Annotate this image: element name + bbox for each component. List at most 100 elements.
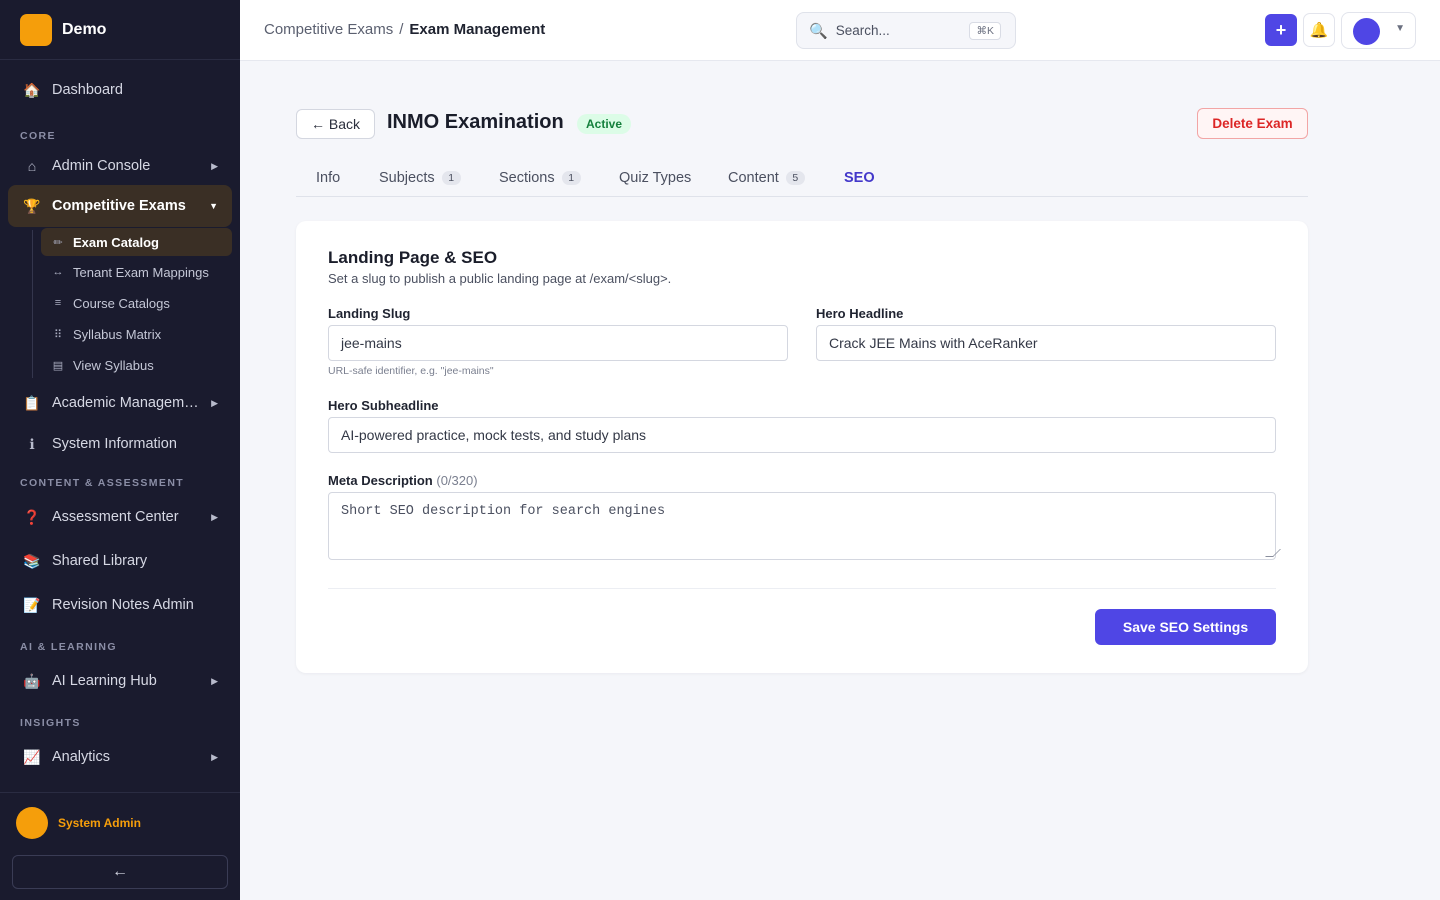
sidebar-item-academic-management[interactable]: 📋 Academic Management ▶ bbox=[8, 383, 232, 423]
sidebar-item-label: Assessment Center bbox=[52, 509, 179, 525]
sidebar-item-ai-learning-hub[interactable]: 🤖 AI Learning Hub ▶ bbox=[8, 661, 232, 701]
clipboard-icon: 📋 bbox=[23, 394, 41, 411]
search-input[interactable]: 🔍 Search... ⌘K bbox=[796, 12, 1016, 49]
tab-label: Subjects bbox=[379, 170, 435, 186]
sidebar-subitem-syllabus-matrix[interactable]: ⠿ Syllabus Matrix bbox=[41, 320, 232, 348]
sidebar-item-analytics[interactable]: 📈 Analytics ▶ bbox=[8, 737, 232, 777]
avatar bbox=[16, 807, 48, 839]
resize-handle[interactable] bbox=[1265, 549, 1281, 557]
divider bbox=[328, 588, 1276, 589]
search-icon: 🔍 bbox=[809, 22, 828, 40]
sidebar-subitem-exam-catalog[interactable]: ✏ Exam Catalog bbox=[41, 228, 232, 256]
tab-content[interactable]: Content 5 bbox=[708, 160, 825, 196]
hero-subheadline-input[interactable]: AI-powered practice, mock tests, and stu… bbox=[328, 417, 1276, 453]
tab-bar: Info Subjects 1 Sections 1 Quiz Types Co… bbox=[296, 160, 1308, 197]
swap-arrows-icon: ↔ bbox=[52, 266, 64, 278]
tab-seo[interactable]: SEO bbox=[824, 160, 895, 196]
tab-label: Content bbox=[728, 170, 779, 186]
robot-icon: 🤖 bbox=[23, 672, 41, 689]
sidebar-subitem-label: Course Catalogs bbox=[73, 295, 170, 311]
sidebar-nav: 🏠 Dashboard CORE ⌂ Admin Console ▶ 🏆 Com… bbox=[0, 60, 240, 792]
section-title-ai: AI & LEARNING bbox=[20, 641, 117, 653]
meta-description-label: Meta Description (0/320) bbox=[328, 473, 478, 488]
memo-icon: 📝 bbox=[23, 596, 41, 613]
brand[interactable]: Demo bbox=[0, 0, 240, 60]
back-button[interactable]: ← Back bbox=[296, 109, 375, 139]
question-icon: ❓ bbox=[23, 508, 41, 525]
card-title: Landing Page & SEO bbox=[328, 248, 498, 267]
meta-description-placeholder: Short SEO description for search engines bbox=[341, 504, 666, 519]
chevron-down-icon: ▼ bbox=[1395, 23, 1405, 34]
notifications-button[interactable]: 🔔 bbox=[1303, 13, 1335, 47]
home-outline-icon: ⌂ bbox=[27, 158, 37, 174]
user-profile[interactable]: System Admin bbox=[16, 807, 141, 839]
tab-count-badge: 5 bbox=[785, 171, 805, 185]
tab-count-badge: 1 bbox=[561, 171, 581, 185]
page-title: INMO Examination bbox=[387, 111, 564, 133]
sidebar-subitem-tenant-mappings[interactable]: ↔ Tenant Exam Mappings bbox=[41, 258, 232, 286]
chevron-right-icon: ▶ bbox=[211, 397, 218, 408]
sidebar-subitem-label: Syllabus Matrix bbox=[73, 326, 162, 342]
landing-slug-hint: URL-safe identifier, e.g. "jee-mains" bbox=[328, 365, 494, 377]
hero-headline-label: Hero Headline bbox=[816, 306, 904, 321]
section-title-core: CORE bbox=[20, 130, 56, 142]
sidebar-item-competitive-exams[interactable]: 🏆 Competitive Exams ▼ bbox=[8, 185, 232, 227]
add-button[interactable]: + bbox=[1265, 14, 1297, 46]
arrow-left-icon: ← bbox=[112, 863, 128, 880]
sidebar-item-system-information[interactable]: ℹ System Information bbox=[8, 424, 232, 464]
breadcrumb-separator: / bbox=[399, 21, 404, 38]
submenu-guide-line bbox=[32, 230, 33, 378]
tab-count-badge: 1 bbox=[441, 171, 461, 185]
section-title-content: CONTENT & ASSESSMENT bbox=[20, 477, 185, 489]
sidebar-item-label: AI Learning Hub bbox=[52, 673, 157, 689]
search-shortcut: ⌘K bbox=[969, 22, 1001, 40]
house-icon: 🏠 bbox=[23, 81, 41, 98]
chart-icon: 📈 bbox=[23, 748, 41, 765]
hero-headline-input[interactable]: Crack JEE Mains with AceRanker bbox=[816, 325, 1276, 361]
chevron-right-icon: ▶ bbox=[211, 751, 218, 762]
tab-quiz-types[interactable]: Quiz Types bbox=[599, 160, 711, 196]
sidebar-item-label: System Information bbox=[52, 436, 177, 452]
sidebar-item-admin-console[interactable]: ⌂ Admin Console ▶ bbox=[8, 146, 232, 186]
chevron-right-icon: ▶ bbox=[211, 675, 218, 686]
tab-info[interactable]: Info bbox=[296, 160, 360, 196]
hero-subheadline-label: Hero Subheadline bbox=[328, 398, 439, 413]
landing-slug-input[interactable]: jee-mains bbox=[328, 325, 788, 361]
sidebar-item-dashboard[interactable]: 🏠 Dashboard bbox=[8, 70, 232, 110]
books-icon: 📚 bbox=[23, 552, 41, 569]
save-seo-settings-button[interactable]: Save SEO Settings bbox=[1095, 609, 1276, 645]
brand-name: Demo bbox=[62, 20, 107, 38]
list-icon: ≡ bbox=[54, 297, 62, 309]
brand-logo bbox=[20, 13, 52, 46]
document-icon: ▤ bbox=[52, 359, 64, 372]
sidebar-item-shared-library[interactable]: 📚 Shared Library bbox=[8, 541, 232, 581]
sidebar-subitem-label: Tenant Exam Mappings bbox=[73, 264, 209, 280]
tab-sections[interactable]: Sections 1 bbox=[479, 160, 601, 196]
tab-subjects[interactable]: Subjects 1 bbox=[359, 160, 481, 196]
sidebar-subitem-view-syllabus[interactable]: ▤ View Syllabus bbox=[41, 351, 232, 379]
delete-exam-button[interactable]: Delete Exam bbox=[1197, 108, 1308, 139]
sidebar-item-label: Revision Notes Admin bbox=[52, 597, 194, 613]
sidebar-subitem-course-catalogs[interactable]: ≡ Course Catalogs bbox=[41, 289, 232, 317]
chevron-right-icon: ▶ bbox=[211, 160, 218, 171]
bell-icon: 🔔 bbox=[1309, 22, 1329, 39]
avatar bbox=[1353, 18, 1380, 45]
breadcrumb-parent[interactable]: Competitive Exams bbox=[264, 21, 393, 38]
meta-description-textarea[interactable]: Short SEO description for search engines bbox=[328, 492, 1281, 560]
sidebar-subitem-label: View Syllabus bbox=[73, 357, 154, 373]
sidebar-item-label: Shared Library bbox=[52, 553, 148, 569]
sidebar: Demo 🏠 Dashboard CORE ⌂ Admin Console ▶ … bbox=[0, 0, 240, 900]
chevron-down-icon: ▼ bbox=[209, 201, 218, 211]
sidebar-item-label: Competitive Exams bbox=[52, 198, 186, 214]
profile-menu-button[interactable]: ▼ bbox=[1341, 12, 1416, 49]
seo-settings-card: Landing Page & SEO Set a slug to publish… bbox=[296, 221, 1308, 673]
topbar: Competitive Exams / Exam Management 🔍 Se… bbox=[240, 0, 1440, 61]
sidebar-item-label: Admin Console bbox=[52, 158, 151, 174]
tab-label: SEO bbox=[844, 170, 875, 186]
card-description: Set a slug to publish a public landing p… bbox=[328, 271, 672, 286]
sidebar-item-label: Academic Management bbox=[52, 395, 202, 411]
tab-label: Sections bbox=[499, 170, 555, 186]
sidebar-item-revision-notes[interactable]: 📝 Revision Notes Admin bbox=[8, 585, 232, 625]
sidebar-item-assessment-center[interactable]: ❓ Assessment Center ▶ bbox=[8, 497, 232, 537]
collapse-sidebar-button[interactable]: ← bbox=[12, 855, 228, 889]
